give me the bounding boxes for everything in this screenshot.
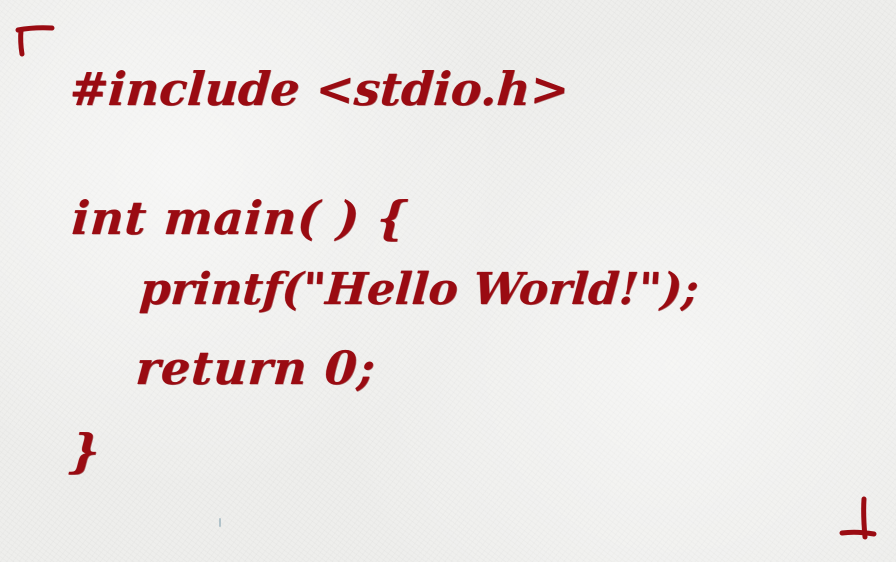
top-left-corner-mark [15,25,55,57]
paper-background: #include <stdio.h> int main( ) { printf(… [0,0,896,562]
code-line-main-signature: int main( ) { [70,191,410,245]
code-line-include: #include <stdio.h> [68,62,571,116]
code-line-closing-brace: } [68,424,103,478]
paper-speck [219,518,221,527]
code-line-return: return 0; [134,341,378,395]
code-line-printf: printf("Hello World!"); [138,264,701,315]
bottom-right-corner-mark [839,496,877,540]
